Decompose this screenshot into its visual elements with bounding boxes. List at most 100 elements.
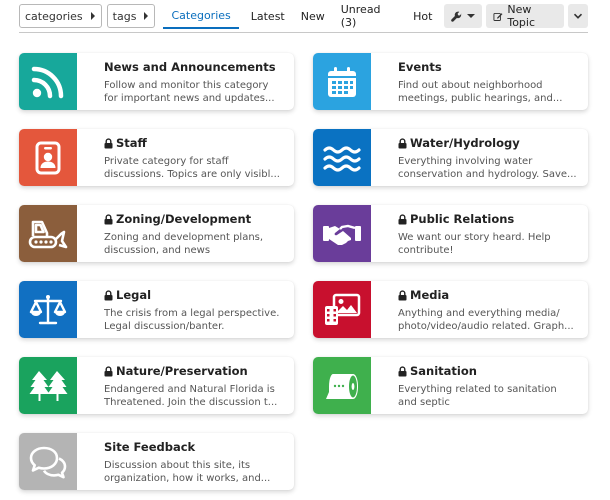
category-card-media[interactable]: Media Anything and everything media/phot… xyxy=(313,281,588,338)
id-badge-icon xyxy=(35,141,61,174)
category-icon-tile xyxy=(19,53,77,110)
tags-dropdown-label: tags xyxy=(112,9,137,23)
category-description-line-1: Follow and monitor this category xyxy=(104,80,269,91)
category-description-line-2: discussion, and news xyxy=(104,245,211,256)
category-description: Discussion about this site, its organizat… xyxy=(104,459,286,485)
category-description-line-1: Everything related to sanitation xyxy=(398,384,557,395)
category-icon-tile xyxy=(19,281,77,338)
category-description-line-2: organization, how it works, and... xyxy=(104,473,271,484)
category-description-line-2: for important news and updates... xyxy=(104,93,275,104)
category-title[interactable]: Site Feedback xyxy=(104,440,286,454)
category-description: We want our story heard. Help contribute! xyxy=(398,231,580,257)
category-description-line-2: and septic xyxy=(398,397,450,408)
category-title[interactable]: Water/Hydrology xyxy=(398,136,580,150)
category-card-sanitation[interactable]: Sanitation Everything related to sanitat… xyxy=(313,357,588,414)
category-description-line-2: Legal discussion/banter. xyxy=(104,321,225,332)
tab-latest[interactable]: Latest xyxy=(243,3,293,29)
category-title[interactable]: Media xyxy=(398,288,580,302)
category-description-line-2: meetings, public hearings, and... xyxy=(398,93,563,104)
navigation-divider xyxy=(19,32,588,33)
category-description-line-1: Endangered and Natural Florida is xyxy=(104,384,275,395)
category-title-text: Staff xyxy=(116,136,147,150)
category-title[interactable]: Legal xyxy=(104,288,286,302)
category-description: Find out about neighborhood meetings, pub… xyxy=(398,79,580,105)
category-description-line-1: The crisis from a legal perspective. xyxy=(104,308,280,319)
category-icon-tile xyxy=(19,205,77,262)
category-description: Anything and everything media/photo/vide… xyxy=(398,307,580,333)
category-icon-tile xyxy=(313,53,371,110)
category-title-text: Sanitation xyxy=(410,364,477,378)
new-topic-button[interactable]: New Topic xyxy=(486,3,564,29)
categories-dropdown[interactable]: categories xyxy=(19,4,102,28)
caret-down-icon xyxy=(467,14,476,18)
tab-hot[interactable]: Hot xyxy=(405,3,440,29)
category-title-text: Nature/Preservation xyxy=(116,364,248,378)
category-icon-tile xyxy=(19,433,77,490)
tab-categories[interactable]: Categories xyxy=(163,3,239,29)
category-title[interactable]: Zoning/Development xyxy=(104,212,286,226)
category-description: Endangered and Natural Florida is Threate… xyxy=(104,383,286,409)
new-topic-options-button[interactable] xyxy=(568,4,588,28)
caret-right-icon xyxy=(90,12,95,20)
category-title-text: Zoning/Development xyxy=(116,212,252,226)
lock-icon xyxy=(398,365,407,376)
category-description-line-1: Zoning and development plans, xyxy=(104,232,264,243)
category-title[interactable]: Nature/Preservation xyxy=(104,364,286,378)
toolbar-actions: New Topic xyxy=(440,3,588,29)
category-card-zoning-development[interactable]: Zoning/Development Zoning and developmen… xyxy=(19,205,294,262)
category-description-line-2: contribute! xyxy=(398,245,454,256)
category-title[interactable]: Public Relations xyxy=(398,212,580,226)
lock-icon xyxy=(398,137,407,148)
category-card-legal[interactable]: Legal The crisis from a legal perspectiv… xyxy=(19,281,294,338)
category-description: Everything related to sanitation and sept… xyxy=(398,383,580,409)
category-card-nature-preservation[interactable]: Nature/Preservation Endangered and Natur… xyxy=(19,357,294,414)
category-title[interactable]: Events xyxy=(398,60,580,74)
category-title[interactable]: Sanitation xyxy=(398,364,580,378)
category-description-line-1: Discussion about this site, its xyxy=(104,460,251,471)
wrench-icon xyxy=(451,11,462,22)
category-description: Private category for staff discussions. T… xyxy=(104,155,286,181)
categories-dropdown-label: categories xyxy=(25,9,83,23)
admin-tools-button[interactable] xyxy=(444,4,483,28)
category-description-line-2: discussions. Topics are only visibl... xyxy=(104,169,280,180)
category-icon-tile xyxy=(313,281,371,338)
category-description: The crisis from a legal perspective. Lega… xyxy=(104,307,286,333)
tab-unread[interactable]: Unread (3) xyxy=(333,3,405,29)
tags-dropdown[interactable]: tags xyxy=(106,4,156,28)
lock-icon xyxy=(104,289,113,300)
water-icon xyxy=(323,145,361,172)
category-description-line-2: Threatened. Join the discussion t... xyxy=(104,397,278,408)
balance-scale-icon xyxy=(29,294,67,324)
category-title-text: Public Relations xyxy=(410,212,515,226)
category-card-staff[interactable]: Staff Private category for staff discussi… xyxy=(19,129,294,186)
category-icon-tile xyxy=(313,205,371,262)
category-icon-tile xyxy=(19,129,77,186)
category-icon-tile xyxy=(19,357,77,414)
new-topic-label: New Topic xyxy=(507,3,536,29)
category-description: Everything involving water conservation a… xyxy=(398,155,580,181)
lock-icon xyxy=(104,213,113,224)
category-card-water-hydrology[interactable]: Water/Hydrology Everything involving wat… xyxy=(313,129,588,186)
category-title-text: Water/Hydrology xyxy=(410,136,520,150)
category-card-site-feedback[interactable]: Site Feedback Discussion about this site… xyxy=(19,433,294,490)
category-description: Zoning and development plans, discussion,… xyxy=(104,231,286,257)
category-title-text: Media xyxy=(410,288,450,302)
category-icon-tile xyxy=(313,129,371,186)
navigation-bar: categories tags Categories Latest New Un… xyxy=(19,3,588,29)
category-title[interactable]: News and Announcements xyxy=(104,60,286,74)
category-title[interactable]: Staff xyxy=(104,136,286,150)
category-description-line-1: Anything and everything media/ xyxy=(398,308,560,319)
lock-icon xyxy=(398,289,407,300)
category-card-public-relations[interactable]: Public Relations We want our story heard… xyxy=(313,205,588,262)
category-description: Follow and monitor this category for impo… xyxy=(104,79,286,105)
category-description-line-1: Private category for staff xyxy=(104,156,229,167)
category-description-line-1: We want our story heard. Help xyxy=(398,232,551,243)
category-card-news-and-announcements[interactable]: News and Announcements Follow and monito… xyxy=(19,53,294,110)
category-card-events[interactable]: Events Find out about neighborhood meetin… xyxy=(313,53,588,110)
lock-icon xyxy=(104,137,113,148)
calendar-icon xyxy=(328,66,356,97)
tab-new[interactable]: New xyxy=(293,3,333,29)
handshake-icon xyxy=(323,224,361,245)
lock-icon xyxy=(398,213,407,224)
chevron-down-icon xyxy=(573,13,583,19)
